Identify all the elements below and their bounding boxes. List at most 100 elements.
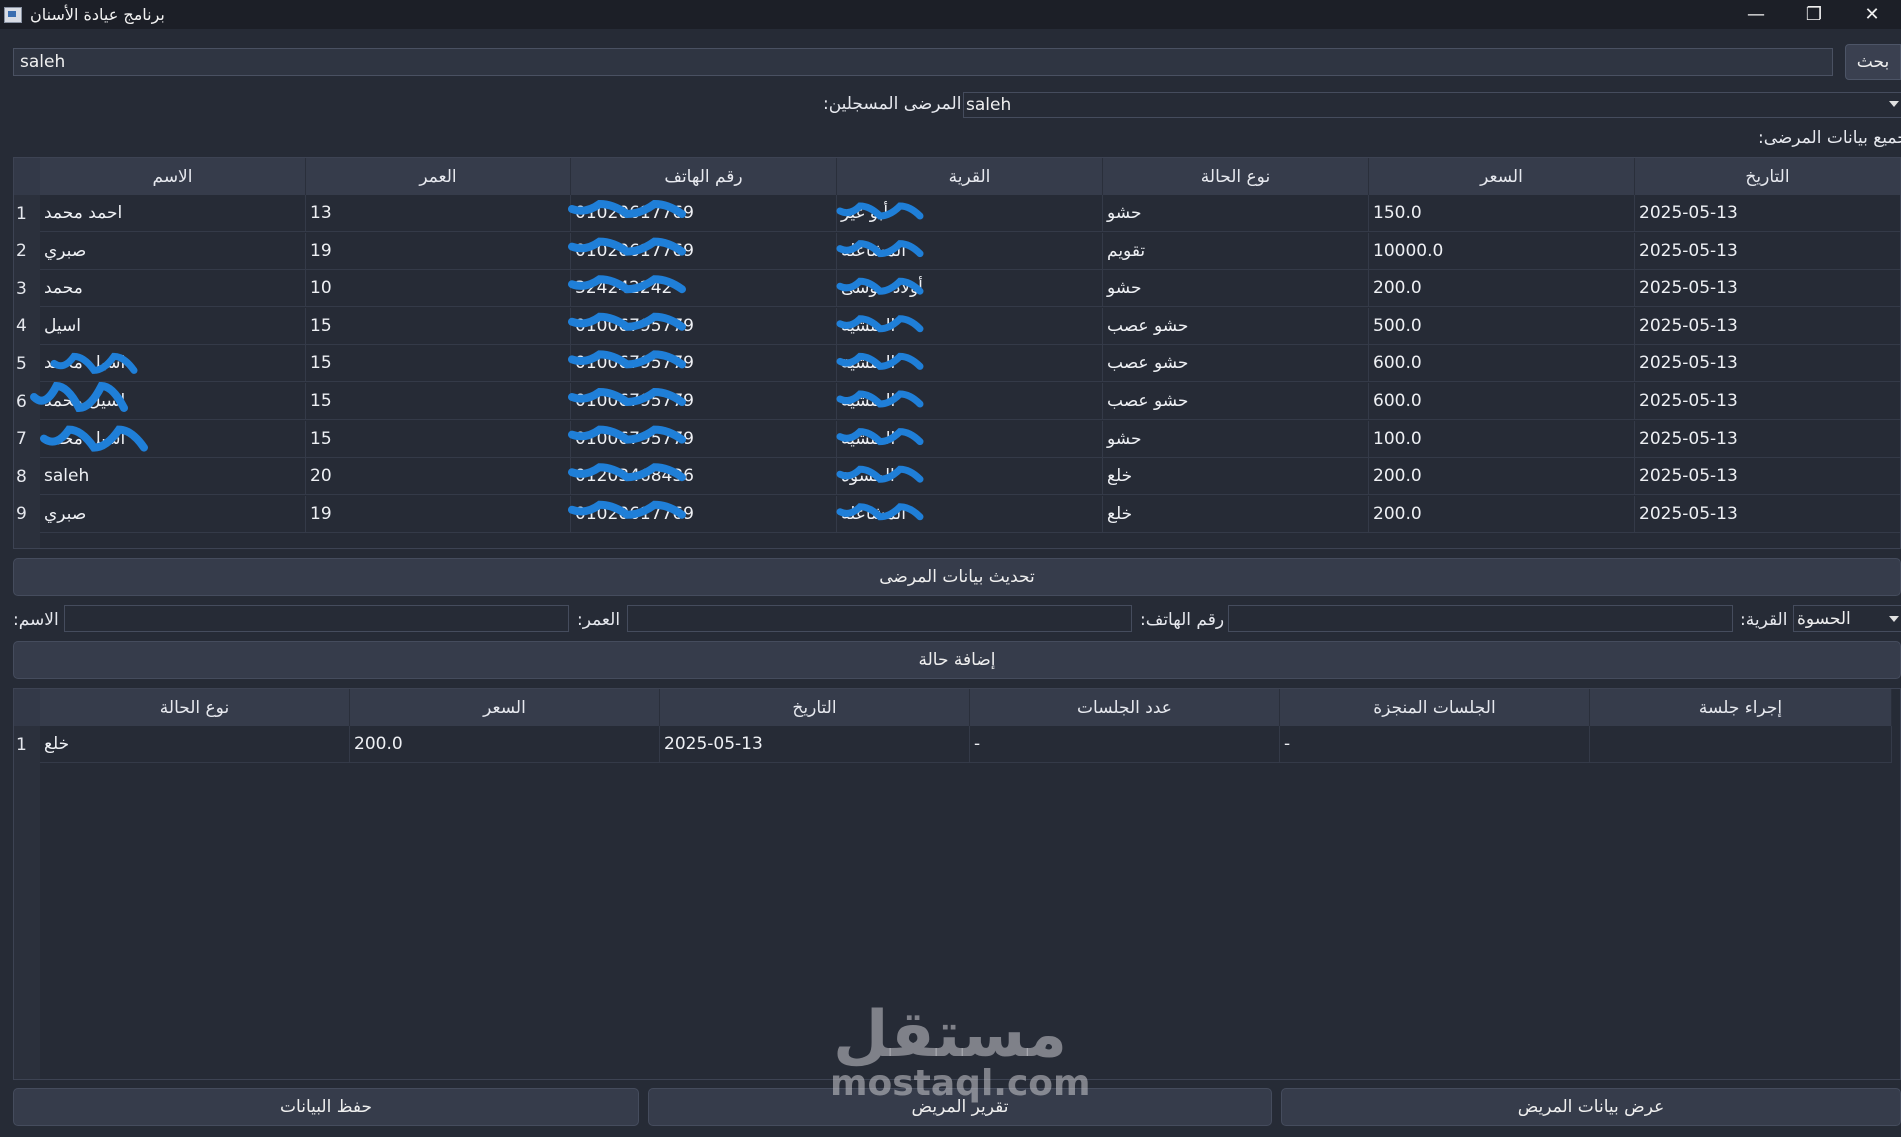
table-row[interactable]: 4 اسيل 15 01006795779 المنشية حشو عصب 500.0 202…	[14, 307, 1900, 345]
table-cell[interactable]: احمد محمد	[40, 195, 306, 232]
save-data-button[interactable]: حفظ البيانات	[13, 1088, 639, 1126]
table-row[interactable]: 3 محمد 10 324242242 أولاد موسى حشو 200.0 2025-0…	[14, 270, 1900, 308]
table-cell[interactable]: الحسوة	[837, 458, 1103, 496]
table-cell[interactable]: 19	[306, 495, 571, 533]
table-cell[interactable]: خلع	[1103, 458, 1369, 496]
table-cell[interactable]: خلع	[1103, 495, 1369, 533]
table-cell[interactable]: اسيل محمد	[40, 345, 306, 383]
table-cell[interactable]: 2025-05-13	[1635, 195, 1900, 232]
maximize-button[interactable]: ❐	[1785, 0, 1843, 29]
patients-table[interactable]: الاسم العمر رقم الهاتف القرية نوع الحالة السع…	[13, 157, 1901, 549]
table-cell[interactable]: 01020617769	[571, 195, 837, 232]
table-cell[interactable]: 2025-05-13	[1635, 458, 1900, 496]
add-case-button[interactable]: إضافة حالة	[13, 641, 1901, 679]
column-header[interactable]: نوع الحالة	[40, 689, 350, 726]
village-select[interactable]: الحسوة	[1793, 605, 1901, 632]
table-row[interactable]: 1 خلع 200.0 2025-05-13- -	[14, 726, 1892, 763]
close-button[interactable]: ✕	[1843, 0, 1901, 29]
table-cell[interactable]: 150.0	[1369, 195, 1635, 232]
table-cell[interactable]: المشاعلة	[837, 232, 1103, 270]
table-cell[interactable]: 2025-05-13	[1635, 421, 1900, 458]
table-cell[interactable]: 200.0	[1369, 495, 1635, 533]
table-cell[interactable]: اسيل محمد	[40, 383, 306, 420]
table-row[interactable]: 1 احمد محمد 13 01020617769 أبو غير حشو 150.0 20…	[14, 195, 1900, 232]
age-field[interactable]	[627, 605, 1132, 632]
table-cell[interactable]: -	[970, 726, 1280, 763]
table-cell[interactable]: 600.0	[1369, 383, 1635, 420]
table-cell[interactable]: خلع	[40, 726, 350, 763]
table-cell[interactable]: 10	[306, 270, 571, 308]
row-number[interactable]: 2	[14, 232, 40, 270]
table-cell[interactable]: 19	[306, 232, 571, 270]
table-cell[interactable]: اسيل محمد	[40, 420, 306, 458]
name-field[interactable]	[64, 605, 569, 632]
table-cell[interactable]: 2025-05-13	[1635, 345, 1900, 383]
table-cell[interactable]: 15	[306, 345, 571, 383]
table-row[interactable]: 2 صبري 19 01020617769 المشاعلة تقويم 10000.0 20…	[14, 232, 1900, 270]
table-cell[interactable]: 01006795779	[571, 345, 837, 383]
table-cell[interactable]: صبري	[40, 232, 306, 270]
table-cell[interactable]	[1590, 726, 1892, 763]
table-cell[interactable]: حشو عصب	[1103, 307, 1369, 345]
table-cell[interactable]: حشو	[1103, 420, 1369, 458]
row-number[interactable]: 6	[14, 383, 40, 420]
table-cell[interactable]: 200.0	[350, 726, 660, 763]
row-number[interactable]: 8	[14, 458, 40, 496]
table-row[interactable]: 7 اسيل محمد 15 01006795779 المنشية حشو 100.0 20…	[14, 420, 1900, 458]
table-cell[interactable]: اسيل	[40, 307, 306, 345]
table-cell[interactable]: 15	[306, 420, 571, 458]
row-number[interactable]: 3	[14, 270, 40, 308]
table-cell[interactable]: 01203468436	[571, 458, 837, 496]
cases-table[interactable]: نوع الحالة السعر التاريخ عدد الجلسات الجلسات…	[13, 688, 1901, 1080]
row-number[interactable]: 9	[14, 495, 40, 533]
table-cell[interactable]: 324242242	[571, 270, 837, 308]
table-cell[interactable]: حشو	[1103, 195, 1369, 232]
minimize-button[interactable]: —	[1727, 0, 1785, 29]
patient-report-button[interactable]: تقرير المريض	[648, 1088, 1272, 1126]
table-cell[interactable]: حشو عصب	[1103, 345, 1369, 383]
table-row[interactable]: 5 اسيل محمد 15 01006795779 المنشية حشو عصب 600…	[14, 345, 1900, 383]
column-header[interactable]: السعر	[350, 689, 660, 726]
row-number[interactable]: 1	[14, 195, 40, 232]
column-header[interactable]: القرية	[837, 158, 1103, 195]
column-header[interactable]: إجراء جلسة	[1590, 689, 1892, 726]
table-cell[interactable]: 15	[306, 383, 571, 420]
table-cell[interactable]: 01006795779	[571, 383, 837, 420]
table-cell[interactable]: -	[1280, 726, 1590, 763]
registered-patients-select[interactable]: saleh	[963, 92, 1901, 118]
table-cell[interactable]: 600.0	[1369, 345, 1635, 383]
table-cell[interactable]: 01020617769	[571, 495, 837, 533]
table-cell[interactable]: 01006795779	[571, 307, 837, 345]
column-header[interactable]: التاريخ	[1635, 158, 1900, 195]
column-header[interactable]: الاسم	[40, 158, 306, 195]
column-header[interactable]: الجلسات المنجزة	[1280, 689, 1590, 726]
table-cell[interactable]: تقويم	[1103, 232, 1369, 270]
phone-field[interactable]	[1228, 605, 1733, 632]
show-patient-data-button[interactable]: عرض بيانات المريض	[1281, 1088, 1901, 1126]
table-cell[interactable]: saleh	[40, 458, 306, 496]
table-cell[interactable]: 10000.0	[1369, 232, 1635, 270]
column-header[interactable]: عدد الجلسات	[970, 689, 1280, 726]
table-cell[interactable]: حشو	[1103, 270, 1369, 308]
table-row[interactable]: 9 صبري 19 01020617769 المشاعلة خلع 200.0 2025-0…	[14, 495, 1900, 533]
column-header[interactable]: رقم الهاتف	[571, 158, 837, 195]
table-cell[interactable]: 13	[306, 195, 571, 232]
table-cell[interactable]: 2025-05-13	[1635, 233, 1900, 270]
table-cell[interactable]: 01006795779	[571, 420, 837, 458]
table-cell[interactable]: محمد	[40, 270, 306, 308]
table-cell[interactable]: حشو عصب	[1103, 383, 1369, 420]
row-number[interactable]: 7	[14, 420, 40, 458]
row-number[interactable]: 4	[14, 307, 40, 345]
table-cell[interactable]: 2025-05-13	[1635, 270, 1900, 308]
table-cell[interactable]: 200.0	[1369, 458, 1635, 496]
table-cell[interactable]: 200.0	[1369, 270, 1635, 308]
row-number[interactable]: 1	[14, 726, 40, 763]
column-header[interactable]: نوع الحالة	[1103, 158, 1369, 195]
table-cell[interactable]: المنشية	[837, 307, 1103, 345]
table-cell[interactable]: 2025-05-13	[1635, 308, 1900, 345]
table-cell[interactable]: أبو غير	[837, 195, 1103, 232]
search-input[interactable]	[13, 48, 1833, 76]
table-cell[interactable]: 2025-05-13	[1635, 496, 1900, 533]
column-header[interactable]: التاريخ	[660, 689, 970, 726]
table-row[interactable]: 8 saleh 20 01203468436 الحسوة خلع 200.0 2025-05…	[14, 458, 1900, 496]
